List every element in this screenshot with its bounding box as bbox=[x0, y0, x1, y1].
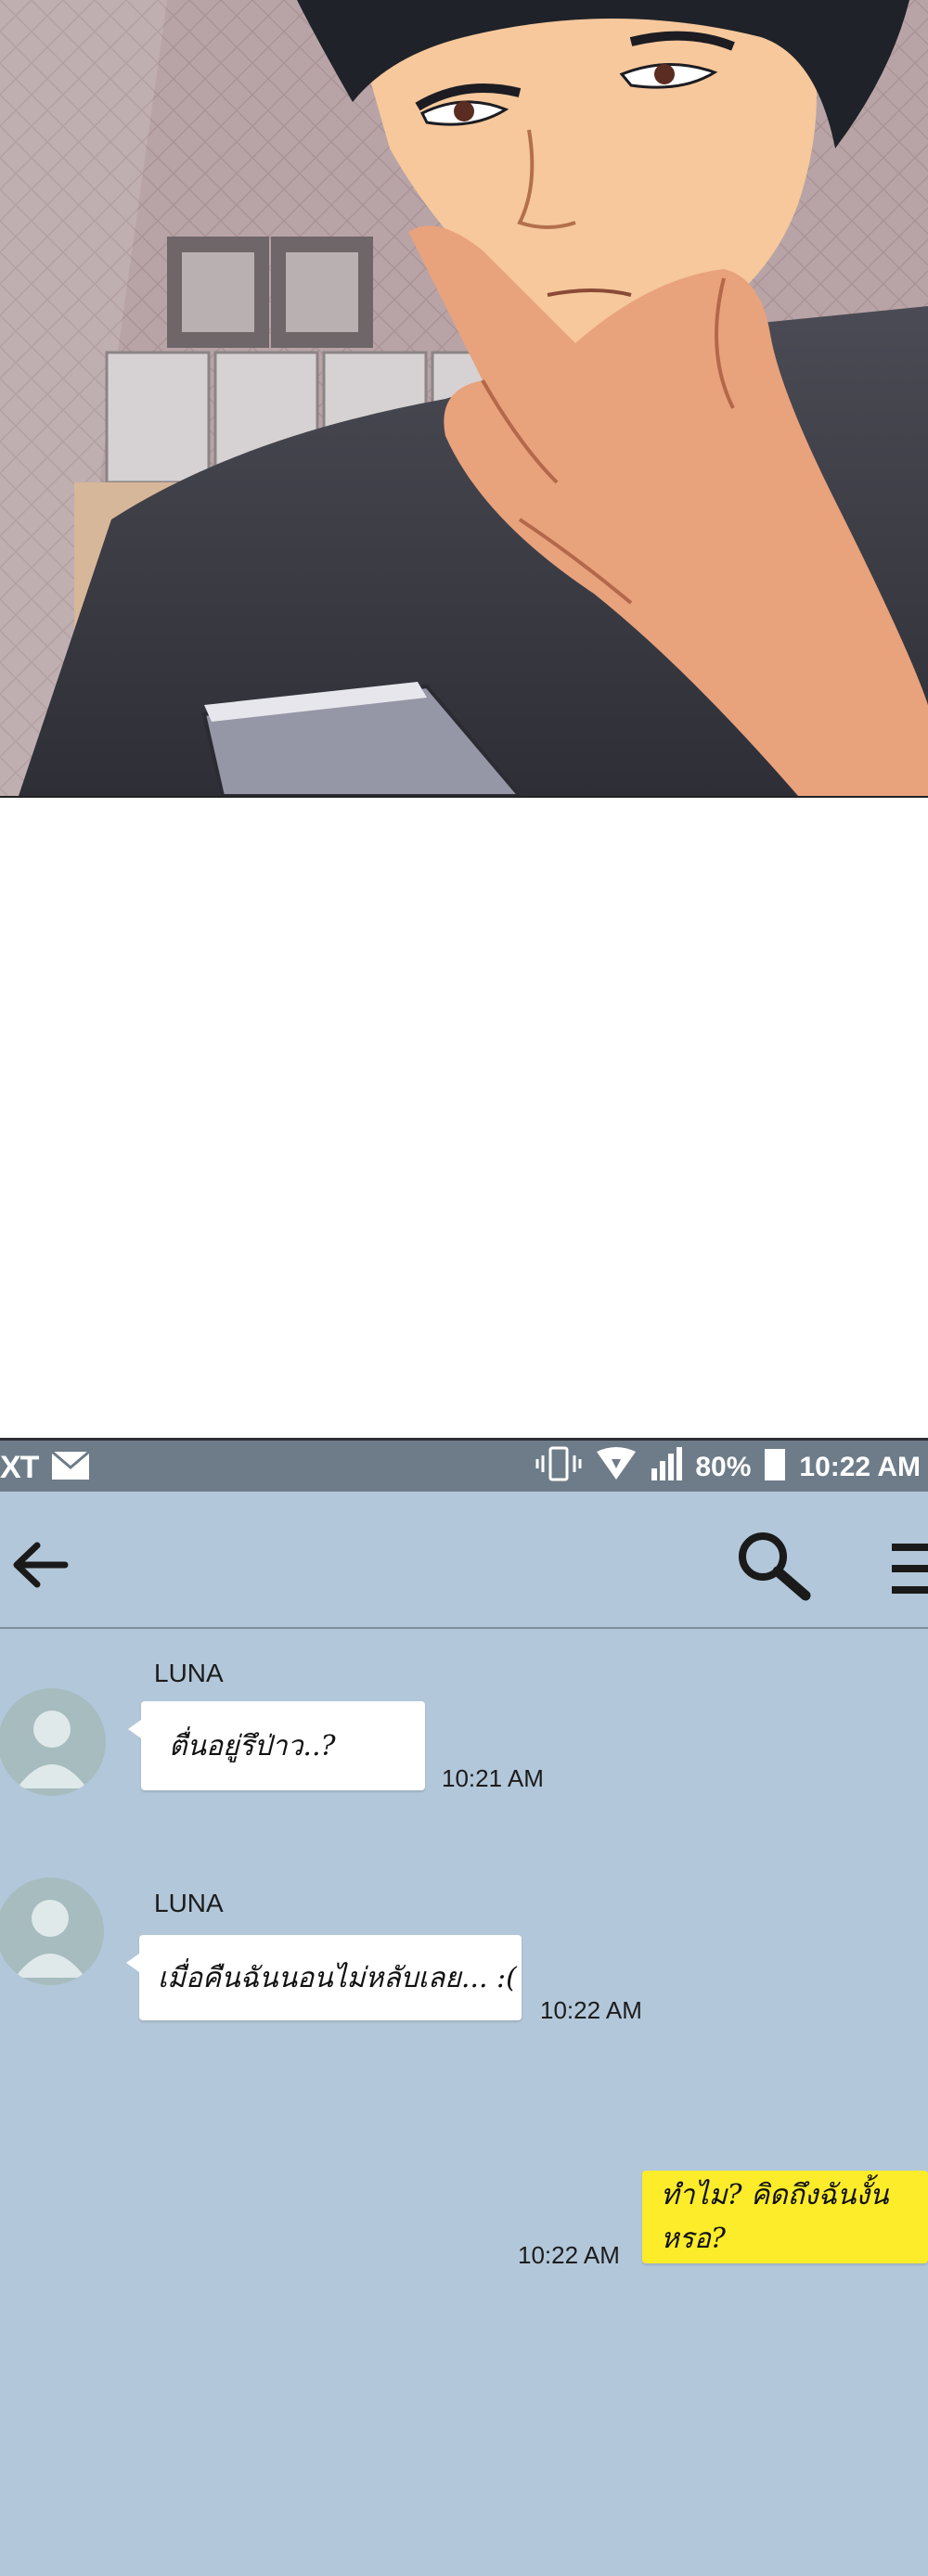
comic-panel bbox=[0, 0, 928, 798]
app-bar bbox=[0, 1492, 928, 1629]
back-button[interactable] bbox=[9, 1532, 74, 1597]
search-icon bbox=[739, 1532, 811, 1601]
status-clock: 10:22 AM bbox=[799, 1452, 921, 1482]
default-user-icon bbox=[17, 1711, 87, 1788]
menu-icon bbox=[892, 1544, 928, 1594]
sender-name: LUNA bbox=[154, 1659, 224, 1687]
status-right: 80% 10:22 AM bbox=[535, 1446, 921, 1489]
wifi-icon bbox=[595, 1446, 638, 1489]
own-message-bubble[interactable]: ทำไม? คิดถึงฉันงั้นหรอ? bbox=[642, 2171, 928, 2263]
message-text: ทำไม? คิดถึงฉันงั้นหรอ? bbox=[661, 2179, 889, 2255]
status-bar: XT 80% 10:22 AM bbox=[0, 1438, 928, 1492]
avatar[interactable] bbox=[0, 1878, 104, 1985]
signal-icon bbox=[651, 1446, 683, 1489]
back-arrow-icon bbox=[13, 1542, 69, 1588]
battery-percent: 80% bbox=[695, 1452, 752, 1482]
message-text: ตื่นอยู่รึป่าว..? bbox=[169, 1729, 336, 1762]
avatar[interactable] bbox=[0, 1688, 106, 1796]
carrier-label: XT bbox=[0, 1449, 39, 1485]
messenger-screen: XT 80% 10:22 AM LUNA ตื่นอยู่รึป่าว..? 1… bbox=[0, 1438, 928, 2576]
message-time: 10:22 AM bbox=[540, 1996, 642, 2024]
status-left: XT bbox=[0, 1446, 91, 1489]
message-time: 10:22 AM bbox=[518, 2241, 620, 2269]
sender-name: LUNA bbox=[154, 1889, 224, 1917]
message-bubble[interactable]: ตื่นอยู่รึป่าว..? bbox=[128, 1701, 425, 1790]
search-button[interactable] bbox=[733, 1527, 811, 1605]
default-user-icon bbox=[15, 1900, 85, 1978]
battery-icon bbox=[764, 1447, 786, 1488]
message-bubble[interactable]: เมื่อคืนฉันนอนไม่หลับเลย... :( bbox=[126, 1935, 522, 2020]
message-time: 10:21 AM bbox=[442, 1764, 544, 1792]
menu-button[interactable] bbox=[889, 1540, 928, 1597]
message-text: เมื่อคืนฉันนอนไม่หลับเลย... :( bbox=[158, 1961, 517, 1994]
comic-illustration bbox=[0, 0, 928, 796]
vibrate-icon bbox=[535, 1446, 582, 1489]
mail-icon bbox=[51, 1450, 91, 1485]
